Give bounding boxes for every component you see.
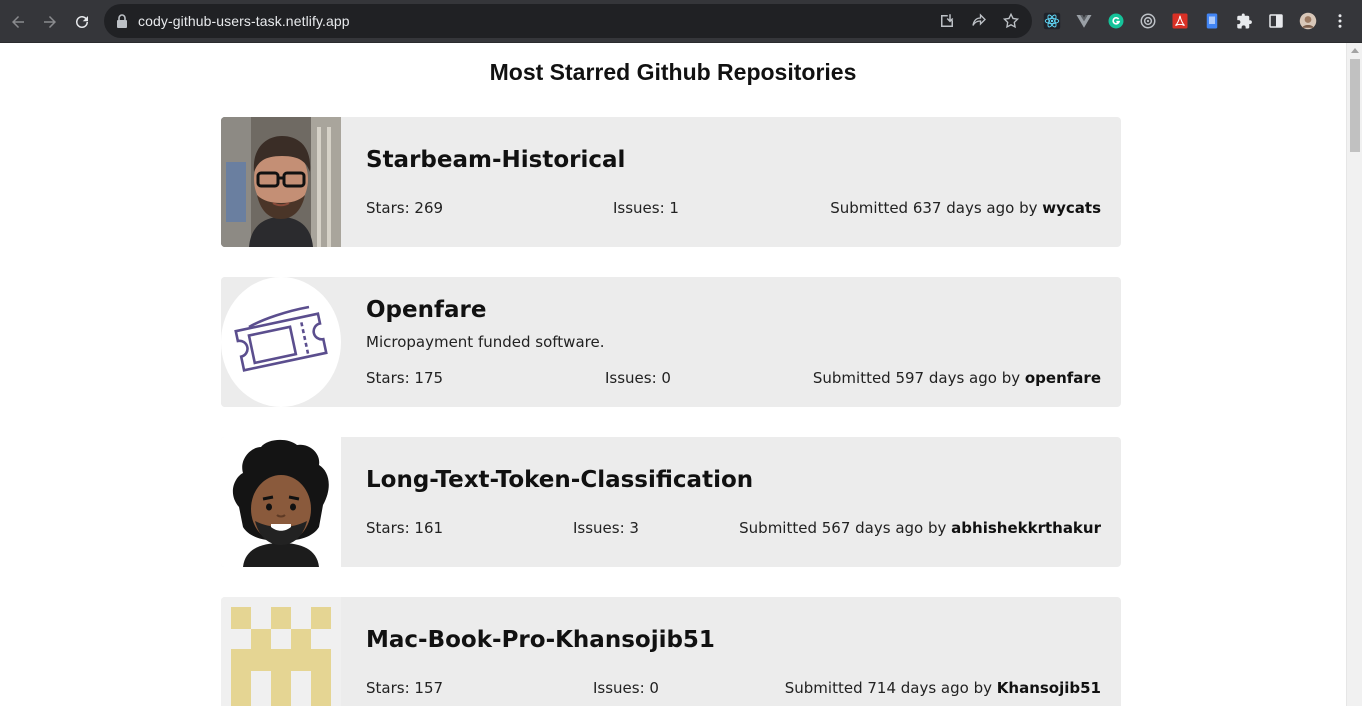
- url-text: cody-github-users-task.netlify.app: [138, 13, 350, 29]
- owner-avatar: [221, 597, 341, 706]
- repo-submitted: Submitted 597 days ago by openfare: [813, 369, 1101, 387]
- back-button[interactable]: [5, 9, 31, 35]
- side-panel-icon[interactable]: [1266, 11, 1286, 31]
- submitted-text: Submitted 567 days ago by: [739, 519, 952, 537]
- address-bar[interactable]: cody-github-users-task.netlify.app: [104, 4, 1032, 38]
- install-app-icon[interactable]: [938, 12, 956, 30]
- submitted-text: Submitted 597 days ago by: [812, 369, 1025, 387]
- repo-submitted: Submitted 567 days ago by abhishekkrthak…: [739, 519, 1101, 537]
- react-devtools-icon[interactable]: [1042, 11, 1062, 31]
- docs-extension-icon[interactable]: [1202, 11, 1222, 31]
- submitted-text: Submitted 637 days ago by: [830, 199, 1043, 217]
- repo-stars: Stars: 175: [366, 369, 444, 387]
- lock-icon: [117, 14, 127, 28]
- repo-issues: Issues: 0: [593, 679, 659, 697]
- scrollbar-thumb[interactable]: [1350, 59, 1360, 152]
- browser-toolbar: cody-github-users-task.netlify.app: [0, 0, 1362, 43]
- photo-man-glasses-icon: [221, 117, 341, 247]
- repo-name[interactable]: Long-Text-Token-Classification: [366, 467, 753, 493]
- repo-name[interactable]: Mac-Book-Pro-Khansojib51: [366, 627, 715, 653]
- owner-avatar: [221, 437, 341, 567]
- extensions-puzzle-icon[interactable]: [1234, 11, 1254, 31]
- bookmark-star-icon[interactable]: [1002, 12, 1020, 30]
- vertical-scrollbar[interactable]: [1346, 43, 1362, 706]
- reload-icon: [76, 16, 88, 28]
- repo-submitted: Submitted 714 days ago by Khansojib51: [785, 679, 1101, 697]
- repo-card[interactable]: Openfare Micropayment funded software. S…: [221, 277, 1121, 407]
- profile-avatar-icon[interactable]: [1298, 11, 1318, 31]
- repo-card[interactable]: Mac-Book-Pro-Khansojib51 Stars: 157 Issu…: [221, 597, 1121, 706]
- repo-name[interactable]: Starbeam-Historical: [366, 147, 625, 173]
- menu-kebab-icon[interactable]: [1330, 11, 1350, 31]
- repo-issues: Issues: 1: [613, 199, 679, 217]
- repo-card[interactable]: Starbeam-Historical Stars: 269 Issues: 1…: [221, 117, 1121, 247]
- target-extension-icon[interactable]: [1138, 11, 1158, 31]
- owner-name[interactable]: abhishekkrthakur: [951, 519, 1101, 537]
- repo-issues: Issues: 0: [605, 369, 671, 387]
- owner-name[interactable]: Khansojib51: [997, 679, 1101, 697]
- repo-stars: Stars: 269: [366, 199, 444, 217]
- identicon-icon: [221, 597, 341, 706]
- grammarly-icon[interactable]: [1106, 11, 1126, 31]
- repo-issues: Issues: 3: [573, 519, 639, 537]
- ticket-icon: [221, 277, 341, 407]
- owner-name[interactable]: wycats: [1042, 199, 1101, 217]
- repo-card[interactable]: Long-Text-Token-Classification Stars: 16…: [221, 437, 1121, 567]
- arrow-right-icon: [44, 16, 56, 28]
- pdf-extension-icon[interactable]: [1170, 11, 1190, 31]
- repo-name[interactable]: Openfare: [366, 297, 486, 323]
- page-content: Most Starred Github Repositories Starbea…: [0, 43, 1346, 706]
- cartoon-man-avatar-icon: [221, 437, 341, 567]
- vue-devtools-icon[interactable]: [1074, 11, 1094, 31]
- scroll-up-arrow-icon[interactable]: [1351, 48, 1359, 53]
- repo-stars: Stars: 157: [366, 679, 444, 697]
- arrow-left-icon: [12, 16, 24, 28]
- submitted-text: Submitted 714 days ago by: [784, 679, 997, 697]
- owner-avatar: [221, 117, 341, 247]
- repo-stars: Stars: 161: [366, 519, 444, 537]
- forward-button[interactable]: [37, 9, 63, 35]
- repo-description: Micropayment funded software.: [366, 333, 605, 351]
- page-title: Most Starred Github Repositories: [489, 59, 857, 85]
- owner-avatar: [221, 277, 341, 407]
- repo-submitted: Submitted 637 days ago by wycats: [830, 199, 1101, 217]
- reload-button[interactable]: [69, 9, 95, 35]
- owner-name[interactable]: openfare: [1025, 369, 1101, 387]
- share-icon[interactable]: [970, 12, 988, 30]
